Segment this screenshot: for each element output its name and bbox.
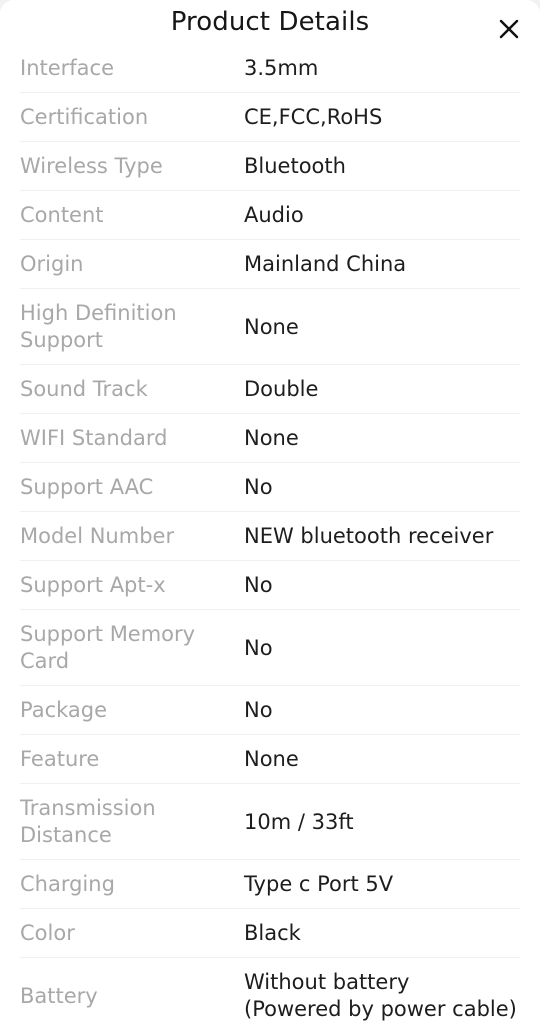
spec-label: High Definition Support (20, 301, 177, 352)
spec-label: Origin (20, 252, 84, 276)
spec-value: None (244, 747, 299, 771)
spec-value: No (244, 698, 273, 722)
spec-row: Package No (0, 686, 540, 735)
spec-label: Sound Track (20, 377, 148, 401)
spec-label: Model Number (20, 524, 175, 548)
spec-label: Support Memory Card (20, 622, 196, 673)
product-details-sheet: Product Details Interface 3.5mm Certificat… (0, 0, 540, 1024)
spec-value: None (244, 314, 299, 339)
spec-value: 10m / 33ft (244, 809, 354, 834)
spec-row: Sound Track Double (0, 365, 540, 414)
spec-label: Package (20, 698, 108, 722)
spec-value: Type c Port 5V (244, 872, 394, 896)
sheet-header: Product Details (0, 0, 540, 44)
spec-label: Content (20, 203, 104, 227)
spec-row: Content Audio (0, 191, 540, 240)
spec-value: Audio (244, 203, 304, 227)
spec-row: Support Apt-x No (0, 561, 540, 610)
spec-row: Certification CE,FCC,RoHS (0, 93, 540, 142)
spec-list: Interface 3.5mm Certification CE,FCC,RoHS Wi… (0, 44, 540, 1024)
spec-label: Certification (20, 105, 149, 129)
spec-label: Interface (20, 56, 115, 80)
spec-value: Bluetooth (244, 154, 346, 178)
spec-label: WIFI Standard (20, 426, 168, 450)
spec-label: Support AAC (20, 475, 154, 499)
spec-row: Support Memory Card No (0, 610, 540, 686)
spec-row: Origin Mainland China (0, 240, 540, 289)
spec-row: Transmission Distance 10m / 33ft (0, 784, 540, 860)
spec-row: Model Number NEW bluetooth receiver (0, 512, 540, 561)
spec-row: Support AAC No (0, 463, 540, 512)
page-title: Product Details (170, 7, 370, 37)
spec-value: CE,FCC,RoHS (244, 105, 383, 129)
close-button[interactable] (492, 12, 526, 46)
spec-label: Charging (20, 872, 115, 896)
spec-row: WIFI Standard None (0, 414, 540, 463)
spec-value: No (244, 475, 273, 499)
spec-row: Color Black (0, 909, 540, 958)
spec-row: Interface 3.5mm (0, 44, 540, 93)
spec-value: Double (244, 377, 319, 401)
spec-row: High Definition Support None (0, 289, 540, 365)
spec-label: Battery (20, 983, 98, 1008)
product-details-page: Product Details Interface 3.5mm Certificat… (0, 0, 540, 1024)
spec-row: Feature None (0, 735, 540, 784)
spec-label: Wireless Type (20, 154, 163, 178)
spec-value: No (244, 635, 273, 660)
spec-row: Battery Without battery (Powered by power… (0, 958, 540, 1024)
close-icon (498, 18, 520, 40)
spec-label: Color (20, 921, 75, 945)
spec-row: Charging Type c Port 5V (0, 860, 540, 909)
spec-value: Black (244, 921, 301, 945)
spec-value: No (244, 573, 273, 597)
spec-value: Mainland China (244, 252, 407, 276)
spec-row: Wireless Type Bluetooth (0, 142, 540, 191)
spec-label: Feature (20, 747, 100, 771)
spec-value: Without battery (Powered by power cable) (244, 970, 517, 1021)
spec-value: NEW bluetooth receiver (244, 524, 494, 548)
spec-value: None (244, 426, 299, 450)
spec-label: Transmission Distance (20, 796, 156, 847)
spec-label: Support Apt-x (20, 573, 166, 597)
spec-value: 3.5mm (244, 56, 319, 80)
